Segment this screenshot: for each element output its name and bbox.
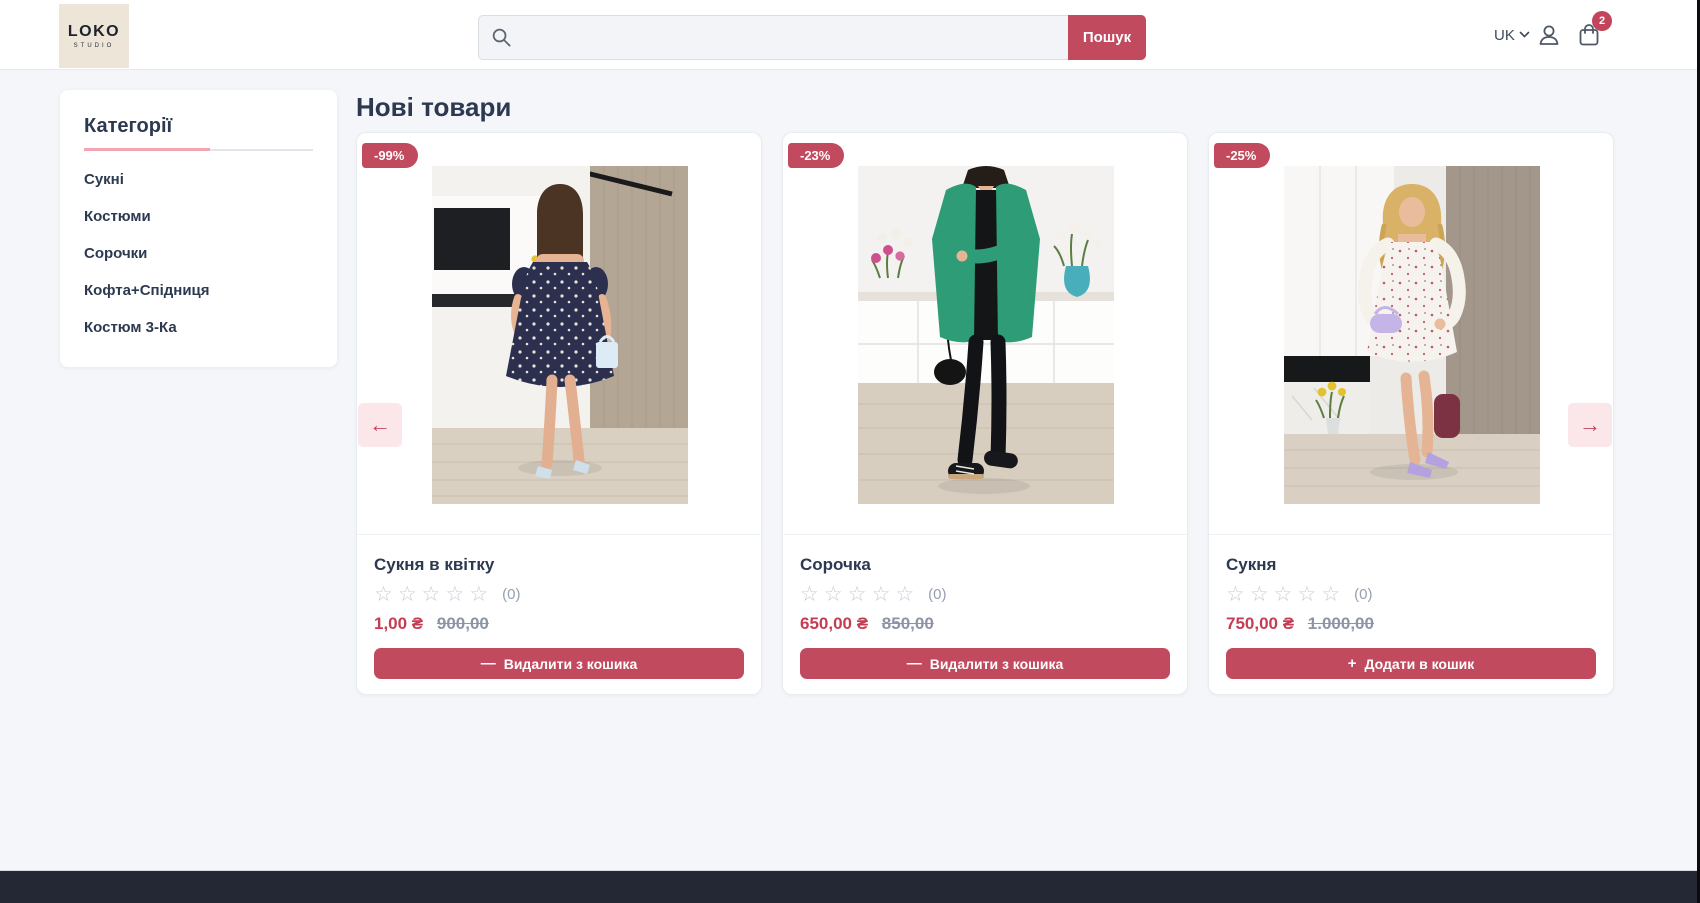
add-to-cart-button[interactable]: + Додати в кошик	[1226, 648, 1596, 679]
carousel-next-button[interactable]: →	[1568, 403, 1612, 447]
star-rating-icons: ☆☆☆☆☆	[800, 584, 919, 605]
minus-icon: —	[481, 655, 496, 672]
logo[interactable]: LOKO STUDIO	[59, 4, 129, 68]
sidebar-item-suits[interactable]: Костюми	[84, 188, 313, 225]
product-info: Сукня ☆☆☆☆☆ (0) 750,00 ₴ 1.000,00 + Дода…	[1209, 534, 1613, 694]
star-rating-icons: ☆☆☆☆☆	[374, 584, 493, 605]
product-title[interactable]: Сорочка	[800, 555, 1170, 575]
sidebar-item-dresses[interactable]: Сукні	[84, 151, 313, 188]
discount-badge: -25%	[1214, 143, 1270, 168]
discount-badge: -99%	[362, 143, 418, 168]
discount-badge: -23%	[788, 143, 844, 168]
product-info: Сукня в квітку ☆☆☆☆☆ (0) 1,00 ₴ 900,00 —…	[357, 534, 761, 694]
logo-text: LOKO	[68, 23, 120, 41]
language-selector[interactable]: UK	[1494, 25, 1530, 45]
cart-button-label: Видалити з кошика	[504, 656, 638, 672]
product-card: -25%	[1208, 132, 1614, 695]
categories-title: Категорії	[84, 115, 313, 138]
carousel-prev-button[interactable]: ←	[358, 403, 402, 447]
current-price: 1,00 ₴	[374, 614, 423, 633]
product-rating: ☆☆☆☆☆ (0)	[374, 584, 744, 605]
old-price: 900,00	[437, 614, 489, 633]
rating-count: (0)	[502, 586, 520, 603]
remove-from-cart-button[interactable]: — Видалити з кошика	[800, 648, 1170, 679]
plus-icon: +	[1348, 655, 1357, 672]
user-icon[interactable]	[1536, 22, 1562, 48]
categories-divider	[84, 149, 313, 151]
minus-icon: —	[907, 655, 922, 672]
footer	[0, 870, 1700, 903]
logo-subtext: STUDIO	[74, 43, 115, 49]
product-prices: 750,00 ₴ 1.000,00	[1226, 614, 1596, 634]
rating-count: (0)	[1354, 586, 1372, 603]
product-title[interactable]: Сукня	[1226, 555, 1596, 575]
chevron-down-icon	[1519, 31, 1530, 39]
product-title[interactable]: Сукня в квітку	[374, 555, 744, 575]
search-button[interactable]: Пошук	[1068, 15, 1146, 60]
sidebar-item-shirts[interactable]: Сорочки	[84, 225, 313, 262]
search-bar: Пошук	[478, 15, 1146, 60]
language-label: UK	[1494, 27, 1515, 44]
product-rating: ☆☆☆☆☆ (0)	[1226, 584, 1596, 605]
product-card: -23%	[782, 132, 1188, 695]
product-image[interactable]	[1284, 166, 1540, 504]
product-rating: ☆☆☆☆☆ (0)	[800, 584, 1170, 605]
remove-from-cart-button[interactable]: — Видалити з кошика	[374, 648, 744, 679]
old-price: 1.000,00	[1308, 614, 1374, 633]
header: LOKO STUDIO Пошук UK 2	[0, 0, 1700, 70]
star-rating-icons: ☆☆☆☆☆	[1226, 584, 1345, 605]
arrow-left-icon: ←	[369, 412, 391, 438]
current-price: 650,00 ₴	[800, 614, 868, 633]
product-prices: 650,00 ₴ 850,00	[800, 614, 1170, 634]
rating-count: (0)	[928, 586, 946, 603]
sidebar-item-suit-3piece[interactable]: Костюм 3-Ка	[84, 299, 313, 336]
current-price: 750,00 ₴	[1226, 614, 1294, 633]
sidebar-item-top-skirt[interactable]: Кофта+Спідниця	[84, 262, 313, 299]
product-image[interactable]	[432, 166, 688, 504]
search-input[interactable]	[478, 15, 1068, 60]
cart-button-label: Видалити з кошика	[930, 656, 1064, 672]
product-card: -99%	[356, 132, 762, 695]
product-image[interactable]	[858, 166, 1114, 504]
arrow-right-icon: →	[1579, 412, 1601, 438]
categories-panel: Категорії Сукні Костюми Сорочки Кофта+Сп…	[60, 90, 337, 367]
page-title: Нові товари	[356, 92, 511, 123]
product-prices: 1,00 ₴ 900,00	[374, 614, 744, 634]
cart-count-badge[interactable]: 2	[1592, 11, 1612, 31]
old-price: 850,00	[882, 614, 934, 633]
product-info: Сорочка ☆☆☆☆☆ (0) 650,00 ₴ 850,00 — Вида…	[783, 534, 1187, 694]
cart-button-label: Додати в кошик	[1365, 656, 1475, 672]
